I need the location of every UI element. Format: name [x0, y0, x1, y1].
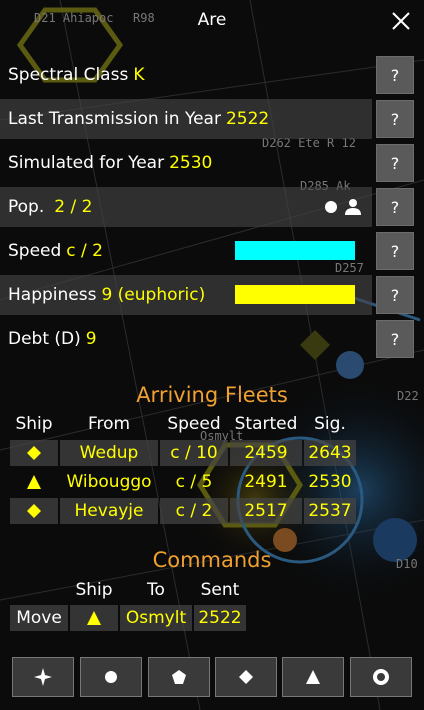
simulated-year-help-button[interactable]: ?: [376, 144, 414, 182]
fleets-col-from: From: [87, 414, 131, 434]
happiness-row: Happiness 9 (euphoric): [0, 275, 372, 315]
command-ship[interactable]: [70, 605, 118, 631]
fleet-row-from[interactable]: Hevayje: [60, 498, 158, 524]
triangle-icon: [306, 670, 320, 684]
fleet-row-sig: 2530: [308, 472, 352, 492]
triangle-ship-icon: [27, 475, 41, 489]
debt-value: 9: [85, 329, 97, 349]
fleet-row-from[interactable]: Wibouggo: [60, 469, 158, 495]
fleet-row-ship[interactable]: [10, 469, 58, 495]
last-transmission-row: Last Transmission in Year 2522: [0, 99, 372, 139]
speed-bar: [235, 241, 355, 260]
commands-col-sent: Sent: [200, 580, 240, 600]
dot-icon: [325, 201, 337, 213]
person-icon: [345, 199, 361, 215]
fleet-row-speed: c / 5: [175, 472, 213, 492]
simulated-year-row: Simulated for Year 2530: [0, 143, 372, 183]
commands-col-ship: Ship: [75, 580, 113, 600]
fleets-col-ship: Ship: [15, 414, 53, 434]
last-transmission-help-button[interactable]: ?: [376, 100, 414, 138]
fleet-row-sig: 2643: [304, 440, 356, 466]
last-transmission-label: Last Transmission in Year: [8, 109, 221, 129]
close-icon: [392, 12, 410, 30]
fleets-col-started: Started: [234, 414, 298, 434]
spectral-class-value: K: [133, 65, 145, 85]
command-action[interactable]: Move: [10, 605, 68, 631]
debt-help-button[interactable]: ?: [376, 320, 414, 358]
fleet-row-ship[interactable]: [10, 498, 58, 524]
star-icon: [34, 668, 52, 686]
fleet-row-speed: c / 2: [160, 498, 228, 524]
close-button[interactable]: [386, 6, 416, 36]
fleets-col-sig: Sig.: [314, 414, 346, 434]
fleet-row-from[interactable]: Wedup: [60, 440, 158, 466]
diamond-ship-icon: [27, 504, 41, 518]
circle-icon: [105, 671, 117, 683]
fleet-row-started: 2517: [230, 498, 302, 524]
fleet-row-sig: 2537: [304, 498, 356, 524]
population-help-button[interactable]: ?: [376, 188, 414, 226]
triangle-tool-button[interactable]: [282, 657, 344, 697]
happiness-help-button[interactable]: ?: [376, 276, 414, 314]
spectral-class-row: Spectral Class K: [0, 55, 372, 95]
last-transmission-value: 2522: [225, 109, 270, 129]
pentagon-tool-button[interactable]: [148, 657, 210, 697]
diamond-ship-icon: [27, 446, 41, 460]
diamond-icon: [239, 670, 253, 684]
happiness-value: 9 (euphoric): [101, 285, 206, 305]
diamond-tool-button[interactable]: [215, 657, 277, 697]
happiness-bar: [235, 285, 355, 304]
pentagon-icon: [172, 670, 186, 684]
debt-label: Debt (D): [8, 329, 81, 349]
simulated-year-label: Simulated for Year: [8, 153, 165, 173]
commands-heading: Commands: [152, 548, 272, 572]
command-sent: 2522: [194, 605, 246, 631]
speed-help-button[interactable]: ?: [376, 232, 414, 270]
speed-row: Speed c / 2: [0, 231, 372, 271]
fleets-col-speed: Speed: [167, 414, 221, 434]
triangle-ship-icon: [87, 611, 101, 625]
simulated-year-value: 2530: [169, 153, 213, 173]
population-label: Pop.: [8, 197, 45, 217]
star-tool-button[interactable]: [12, 657, 74, 697]
fleet-row-started: 2459: [230, 440, 302, 466]
arriving-fleets-heading: Arriving Fleets: [136, 383, 288, 407]
happiness-label: Happiness: [8, 285, 97, 305]
spectral-class-help-button[interactable]: ?: [376, 56, 414, 94]
fleet-row-ship[interactable]: [10, 440, 58, 466]
speed-value: c / 2: [66, 241, 103, 261]
fleet-row-speed: c / 10: [160, 440, 228, 466]
speed-label: Speed: [8, 241, 62, 261]
ring-tool-button[interactable]: [350, 657, 412, 697]
population-row: Pop. 2 / 2: [0, 187, 372, 227]
population-value: 2 / 2: [54, 197, 93, 217]
debt-row: Debt (D) 9: [0, 319, 372, 359]
circle-tool-button[interactable]: [80, 657, 142, 697]
command-destination[interactable]: Osmylt: [120, 605, 192, 631]
ring-icon: [373, 669, 389, 685]
fleet-row-started: 2491: [244, 472, 288, 492]
star-name-title: Are: [197, 10, 227, 30]
commands-col-to: To: [147, 580, 165, 600]
spectral-class-label: Spectral Class: [8, 65, 129, 85]
